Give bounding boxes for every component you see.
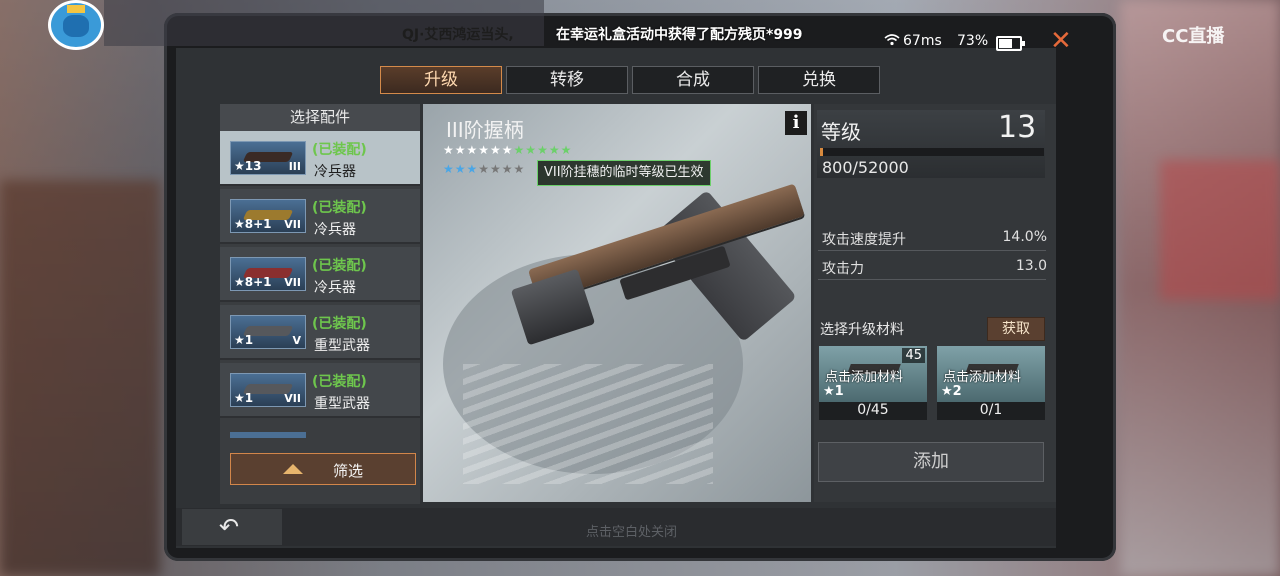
material-star: ★1 [823,384,844,399]
battery-fill [999,39,1013,48]
info-button[interactable]: i [785,111,807,135]
attachment-stars: ★13 [234,159,262,173]
star-rating-row: ★★★★★★★★★★★ [443,143,572,157]
attack-speed-label: 攻击速度提升 [822,232,906,248]
level-value: 13 [998,110,1037,145]
stars-white: ★★★★★★ [443,143,514,157]
attachment-list-item[interactable]: ★1 VII (已装配) 重型武器 [220,363,420,418]
attachment-tier: III [288,160,301,173]
attachment-thumbnail: ★8+1 VII [230,257,306,291]
add-material-hint: 点击添加材料 [825,370,904,385]
battery-icon [996,36,1025,51]
material-star: ★2 [941,384,962,399]
tab-upgrade[interactable]: 升级 [380,66,502,94]
attachment-thumbnail: ★8+1 VII [230,199,306,233]
attachment-tier: VII [284,392,301,405]
cc-live-logo: CC直播 [1162,26,1225,47]
star-rating-row-2: ★★★★★★★ [443,162,525,176]
tab-bar: 升级 转移 合成 兑换 [380,66,880,94]
filter-button[interactable]: 筛选 [230,453,416,485]
stat-divider [818,279,1046,280]
background-left-blur [0,180,160,576]
tab-synthesize[interactable]: 合成 [632,66,754,94]
close-panel-button[interactable]: ✕ [1050,26,1072,56]
tab-exchange[interactable]: 兑换 [758,66,880,94]
background-right-accent [1160,160,1280,300]
battery-percent: 73% [957,33,989,49]
attachment-thumbnail: ★13 III [230,141,306,175]
materials-label: 选择升级材料 [820,322,904,338]
attachment-list-item[interactable]: ★1 V (已装配) 重型武器 [220,305,420,360]
ping-readout: 67ms [903,33,942,49]
filter-label: 筛选 [333,462,364,480]
attachment-stars: ★8+1 [234,275,272,289]
material-slot-1[interactable]: 45 点击添加材料 ★1 0/45 [819,346,927,420]
xp-bar [820,148,1044,156]
close-hint-text: 点击空白处关闭 [586,525,678,540]
attachment-tier: V [292,334,301,347]
back-arrow-icon: ↶ [219,513,240,541]
attachment-type: 冷兵器 [314,164,356,180]
attachment-stars: ★1 [234,333,254,347]
attachment-type: 重型武器 [314,338,370,354]
attachment-list-item-partial[interactable] [230,432,306,438]
attachment-list-item[interactable]: ★8+1 VII (已装配) 冷兵器 [220,247,420,302]
stars-green: ★★★★★ [513,143,573,157]
equipped-badge: (已装配) [312,374,367,390]
broadcast-ticker: 在幸运礼盒活动中获得了配方残页*999 [556,27,803,43]
attachment-type: 冷兵器 [314,280,356,296]
equipped-badge: (已装配) [312,142,367,158]
equipped-badge: (已装配) [312,200,367,216]
item-name: III阶握柄 [446,118,524,142]
temp-level-tooltip: VII阶挂穗的临时等级已生效 [537,160,711,186]
preview-stripes [463,364,713,484]
equipped-badge: (已装配) [312,316,367,332]
material-qty: 0/1 [937,402,1045,420]
attachment-type: 冷兵器 [314,222,356,238]
attachment-tier: VII [284,218,301,231]
attachment-type: 重型武器 [314,396,370,412]
attack-speed-value: 14.0% [1002,229,1047,245]
material-qty: 0/45 [819,402,927,420]
material-count-badge: 45 [902,348,925,363]
add-button[interactable]: 添加 [818,442,1044,482]
attachment-list-item[interactable]: ★13 III (已装配) 冷兵器 [220,131,420,186]
add-material-hint: 点击添加材料 [943,370,1022,385]
list-header: 选择配件 [220,104,420,131]
equipped-badge: (已装配) [312,258,367,274]
get-materials-button[interactable]: 获取 [987,317,1045,341]
attachment-tier: VII [284,276,301,289]
avatar-face-icon [63,15,89,37]
broadcast-player-name: QJ·艾西鸿运当头, [402,27,514,43]
xp-text: 800/52000 [822,158,909,177]
stars-blue: ★★★ [443,162,479,176]
tab-transfer[interactable]: 转移 [506,66,628,94]
material-slot-2[interactable]: 点击添加材料 ★2 0/1 [937,346,1045,420]
attack-label: 攻击力 [822,261,864,277]
stars-grey: ★★★★ [478,162,526,176]
triangle-up-icon [283,464,303,474]
attachment-thumbnail: ★1 V [230,315,306,349]
attachment-stars: ★8+1 [234,217,272,231]
streamer-avatar[interactable] [48,0,104,50]
level-label: 等级 [821,120,861,144]
attack-value: 13.0 [1015,258,1047,274]
crown-icon [67,5,85,13]
stat-divider [818,250,1046,251]
attachment-thumbnail: ★1 VII [230,373,306,407]
attachment-stars: ★1 [234,391,254,405]
wifi-icon [884,34,900,50]
attachment-list-item[interactable]: ★8+1 VII (已装配) 冷兵器 [220,189,420,244]
xp-bar-fill [820,148,824,156]
